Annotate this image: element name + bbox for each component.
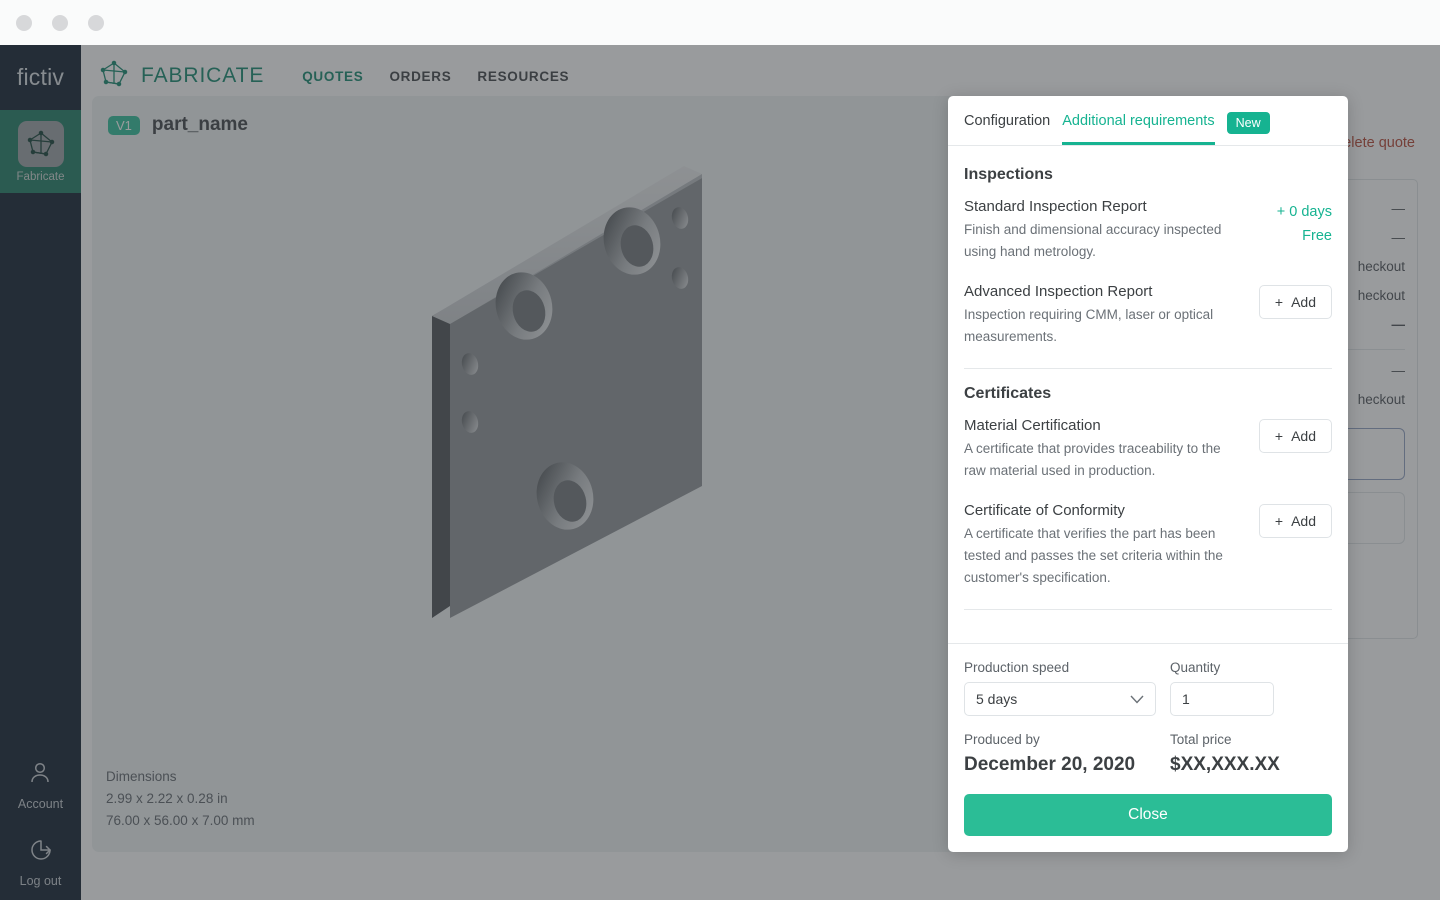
- total-price-value: $XX,XXX.XX: [1170, 754, 1280, 775]
- add-material-certification-button[interactable]: + Add: [1258, 419, 1332, 453]
- option-description: Inspection requiring CMM, laser or optic…: [964, 307, 1214, 344]
- minimize-dot[interactable]: [52, 15, 68, 31]
- tab-additional-requirements[interactable]: Additional requirements: [1062, 113, 1215, 145]
- produced-by-value: December 20, 2020: [964, 754, 1136, 775]
- add-button-label: Add: [1291, 513, 1316, 529]
- plus-icon: +: [1274, 294, 1284, 310]
- option-name: Certificate of Conformity: [964, 502, 1125, 519]
- plus-icon: +: [1274, 513, 1284, 529]
- option-certificate-of-conformity: Certificate of Conformity A certificate …: [964, 502, 1332, 589]
- option-standard-inspection-report: Standard Inspection Report Finish and di…: [964, 198, 1332, 263]
- modal-footer: Production speed 5 days Quantity 1 Produ…: [948, 643, 1348, 852]
- total-price-group: Total price $XX,XXX.XX: [1170, 732, 1330, 776]
- footer-controls: Production speed 5 days Quantity: [964, 660, 1332, 716]
- production-speed-group: Production speed 5 days: [964, 660, 1156, 716]
- section-divider: [964, 609, 1332, 610]
- close-dot[interactable]: [16, 15, 32, 31]
- quantity-input[interactable]: [1170, 682, 1274, 716]
- quantity-group: Quantity: [1170, 660, 1274, 716]
- option-price: Free: [1302, 228, 1332, 244]
- total-price-label: Total price: [1170, 732, 1232, 747]
- new-badge: New: [1226, 112, 1270, 134]
- produced-by-label: Produced by: [964, 732, 1040, 747]
- additional-requirements-modal: Configuration Additional requirements Ne…: [948, 96, 1348, 852]
- add-advanced-inspection-button[interactable]: + Add: [1258, 285, 1332, 319]
- modal-body: Inspections Standard Inspection Report F…: [948, 146, 1348, 643]
- tab-configuration[interactable]: Configuration: [964, 113, 1050, 145]
- option-name: Advanced Inspection Report: [964, 283, 1153, 300]
- footer-values: Produced by December 20, 2020 Total pric…: [964, 732, 1332, 776]
- close-button[interactable]: Close: [964, 794, 1332, 836]
- window-titlebar: [0, 0, 1440, 45]
- section-title-certificates: Certificates: [964, 385, 1052, 402]
- add-button-label: Add: [1291, 294, 1316, 310]
- modal-tabs: Configuration Additional requirements Ne…: [948, 96, 1348, 146]
- option-description: A certificate that provides traceability…: [964, 441, 1221, 478]
- section-divider: [964, 368, 1332, 369]
- produced-by-group: Produced by December 20, 2020: [964, 732, 1156, 776]
- option-advanced-inspection-report: Advanced Inspection Report Inspection re…: [964, 283, 1332, 348]
- window-controls: [16, 15, 104, 31]
- option-name: Standard Inspection Report: [964, 198, 1147, 215]
- add-button-label: Add: [1291, 428, 1316, 444]
- option-material-certification: Material Certification A certificate tha…: [964, 417, 1332, 482]
- plus-icon: +: [1274, 428, 1284, 444]
- option-description: A certificate that verifies the part has…: [964, 526, 1223, 585]
- section-title-inspections: Inspections: [964, 166, 1053, 183]
- production-speed-label: Production speed: [964, 660, 1070, 675]
- option-lead-time: + 0 days: [1276, 204, 1332, 220]
- production-speed-select[interactable]: 5 days: [964, 682, 1156, 716]
- production-speed-value: 5 days: [976, 691, 1018, 707]
- option-description: Finish and dimensional accuracy inspecte…: [964, 222, 1222, 259]
- option-name: Material Certification: [964, 417, 1101, 434]
- quantity-label: Quantity: [1170, 660, 1221, 675]
- add-certificate-conformity-button[interactable]: + Add: [1258, 504, 1332, 538]
- chevron-down-icon: [1130, 691, 1144, 707]
- maximize-dot[interactable]: [88, 15, 104, 31]
- app-window: fictiv Fabricate: [0, 0, 1440, 900]
